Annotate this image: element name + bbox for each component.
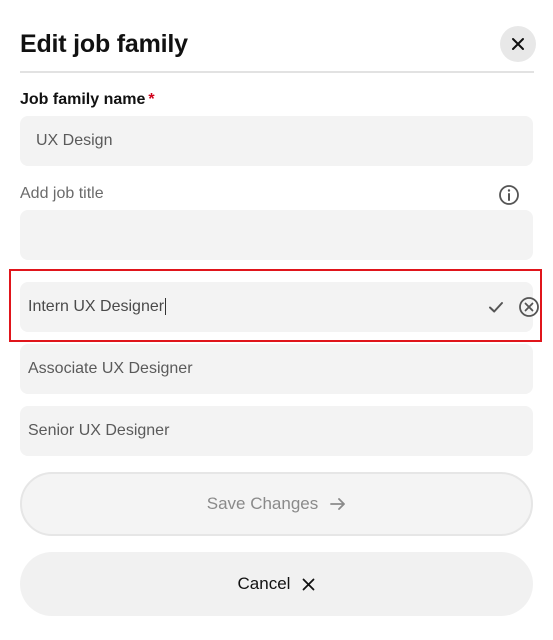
- edit-job-family-dialog: Edit job family Job family name* Add job…: [0, 0, 553, 640]
- dialog-header: Edit job family: [20, 26, 536, 72]
- required-mark: *: [148, 91, 155, 108]
- job-family-name-label-text: Job family name: [20, 91, 146, 108]
- close-button[interactable]: [500, 26, 536, 62]
- x-circle-icon[interactable]: [518, 296, 540, 318]
- add-job-title-label: Add job title: [20, 185, 104, 202]
- check-icon[interactable]: [487, 298, 505, 316]
- job-title-item[interactable]: Associate UX Designer: [20, 344, 533, 394]
- cancel-label: Cancel: [237, 574, 291, 593]
- header-divider: [20, 71, 534, 73]
- job-family-name-label: Job family name *: [20, 91, 155, 109]
- arrow-right-icon: [330, 498, 346, 510]
- close-icon: [512, 38, 524, 50]
- job-title-item[interactable]: Senior UX Designer: [20, 406, 533, 456]
- add-job-title-input[interactable]: [20, 210, 533, 260]
- save-changes-label: Save Changes: [206, 494, 319, 513]
- job-family-name-field[interactable]: [20, 116, 533, 166]
- job-title-item-label: Senior UX Designer: [28, 422, 170, 439]
- job-title-edit-input[interactable]: Intern UX Designer: [20, 298, 167, 316]
- text-caret: [165, 298, 167, 316]
- save-changes-button[interactable]: Save Changes: [20, 472, 533, 536]
- job-title-item-label: Associate UX Designer: [28, 360, 193, 377]
- cancel-button[interactable]: Cancel: [20, 552, 533, 616]
- add-job-title-field[interactable]: [20, 210, 533, 260]
- close-icon: [303, 578, 315, 590]
- job-title-item-editing[interactable]: Intern UX Designer: [20, 282, 539, 332]
- dialog-title: Edit job family: [20, 30, 188, 58]
- job-title-edit-value: Intern UX Designer: [28, 298, 165, 315]
- info-icon[interactable]: [498, 184, 520, 206]
- job-family-name-input[interactable]: [20, 116, 533, 166]
